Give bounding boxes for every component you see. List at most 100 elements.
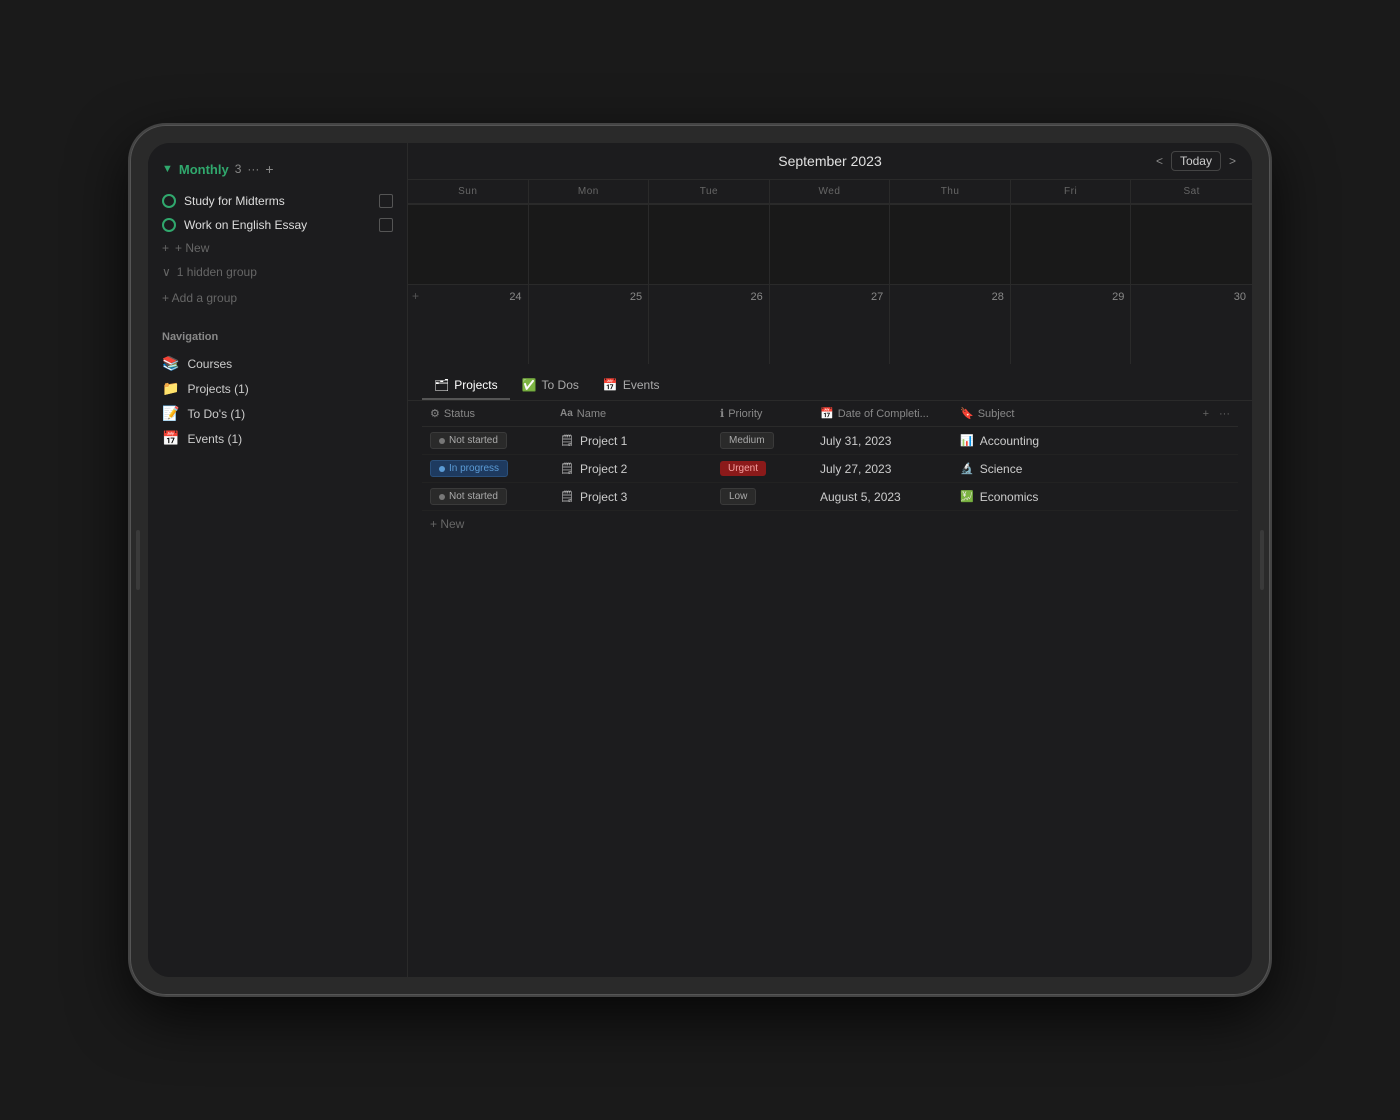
calendar-cell[interactable]: [1011, 204, 1132, 284]
task-checkbox[interactable]: [379, 218, 393, 232]
date-col-label: Date of Completi...: [838, 408, 929, 420]
nav-item-projects[interactable]: 📁 Projects (1): [162, 376, 393, 401]
calendar-cell[interactable]: [649, 204, 770, 284]
subject-name-1: Accounting: [980, 434, 1039, 448]
calendar-section: Sun Mon Tue Wed Thu Fri Sat: [408, 180, 1252, 364]
more-col-icon[interactable]: ···: [1219, 408, 1230, 420]
td-subject-1: 📊 Accounting: [952, 434, 1238, 448]
nav-item-events[interactable]: 📅 Events (1): [162, 426, 393, 451]
sidebar-view-header[interactable]: ▼ Monthly 3 ··· +: [148, 155, 407, 183]
subject-icon-2: 🔬: [960, 462, 974, 475]
tab-projects[interactable]: 🗂 Projects: [422, 372, 510, 400]
add-event-icon[interactable]: +: [412, 289, 419, 303]
priority-badge-1: Medium: [720, 432, 774, 449]
view-badge: 3: [235, 162, 242, 176]
projects-section: 🗂 Projects ✅ To Dos 📅 Events: [408, 364, 1252, 977]
priority-badge-3: Low: [720, 488, 756, 505]
td-subject-2: 🔬 Science: [952, 462, 1238, 476]
day-header-mon: Mon: [529, 180, 650, 203]
calendar-cell-26[interactable]: 26: [649, 284, 770, 364]
date-value-1: July 31, 2023: [820, 434, 891, 448]
calendar-cell[interactable]: [408, 204, 529, 284]
nav-label-projects: Projects (1): [187, 382, 248, 396]
task-circle-icon: [162, 218, 176, 232]
subject-col-label: Subject: [978, 408, 1015, 420]
task-circle-icon: [162, 194, 176, 208]
priority-badge-2: Urgent: [720, 461, 766, 476]
prev-month-button[interactable]: <: [1156, 154, 1163, 168]
new-task-button[interactable]: + + New: [148, 237, 407, 259]
td-date-1: July 31, 2023: [812, 434, 952, 448]
task-item[interactable]: Study for Midterms: [148, 189, 407, 213]
sidebar: ▼ Monthly 3 ··· + Study for Midterms Wor…: [148, 143, 408, 977]
nav-label-events: Events (1): [187, 432, 242, 446]
status-dot-icon: [439, 466, 445, 472]
calendar-navigation: < Today >: [1156, 151, 1236, 171]
table-header: ⚙ Status Aa Name ℹ Priority 📅: [422, 401, 1238, 427]
calendar-cell-30[interactable]: 30: [1131, 284, 1252, 364]
calendar-cell-25[interactable]: 25: [529, 284, 650, 364]
hidden-group-toggle[interactable]: ∨ 1 hidden group: [148, 259, 407, 285]
add-group-button[interactable]: + Add a group: [148, 285, 407, 311]
view-more-icon[interactable]: ···: [247, 162, 259, 176]
status-dot-icon: [439, 438, 445, 444]
status-badge-1: Not started: [430, 432, 507, 449]
courses-icon: 📚: [162, 355, 179, 372]
td-date-3: August 5, 2023: [812, 490, 952, 504]
events-icon: 📅: [162, 430, 179, 447]
table-row[interactable]: In progress 🗒 Project 2 Urgent July 27, …: [422, 455, 1238, 483]
view-add-icon[interactable]: +: [265, 161, 273, 177]
calendar-cell[interactable]: [890, 204, 1011, 284]
today-button[interactable]: Today: [1171, 151, 1221, 171]
file-icon-2: 🗒: [560, 462, 574, 475]
status-badge-3: Not started: [430, 488, 507, 505]
calendar-header: September 2023 < Today >: [408, 143, 1252, 180]
ipad-frame: ▼ Monthly 3 ··· + Study for Midterms Wor…: [130, 125, 1270, 995]
tab-projects-label: Projects: [454, 378, 497, 392]
th-subject: 🔖 Subject: [952, 407, 1195, 420]
add-col-icon[interactable]: +: [1203, 408, 1209, 420]
project-name-2: Project 2: [580, 462, 627, 476]
new-row-button[interactable]: + New: [422, 511, 1238, 537]
calendar-week-1: [408, 204, 1252, 284]
th-status: ⚙ Status: [422, 407, 552, 420]
task-item[interactable]: Work on English Essay: [148, 213, 407, 237]
day-header-wed: Wed: [770, 180, 891, 203]
status-col-label: Status: [444, 408, 475, 420]
status-col-icon: ⚙: [430, 407, 440, 420]
task-label: Work on English Essay: [184, 218, 371, 232]
next-month-button[interactable]: >: [1229, 154, 1236, 168]
task-checkbox[interactable]: [379, 194, 393, 208]
day-header-fri: Fri: [1011, 180, 1132, 203]
calendar-cell-29[interactable]: 29: [1011, 284, 1132, 364]
th-date: 📅 Date of Completi...: [812, 407, 952, 420]
tab-events[interactable]: 📅 Events: [591, 372, 672, 400]
project-name-3: Project 3: [580, 490, 627, 504]
td-status-2: In progress: [422, 460, 552, 477]
day-header-tue: Tue: [649, 180, 770, 203]
task-label: Study for Midterms: [184, 194, 371, 208]
date-col-icon: 📅: [820, 407, 834, 420]
subject-name-3: Economics: [980, 490, 1039, 504]
todos-tab-icon: ✅: [522, 378, 537, 392]
calendar-cell-27[interactable]: 27: [770, 284, 891, 364]
nav-item-todos[interactable]: 📝 To Do's (1): [162, 401, 393, 426]
calendar-cell-28[interactable]: 28: [890, 284, 1011, 364]
calendar-cell[interactable]: [1131, 204, 1252, 284]
nav-item-courses[interactable]: 📚 Courses: [162, 351, 393, 376]
subject-name-2: Science: [980, 462, 1023, 476]
tab-todos[interactable]: ✅ To Dos: [510, 372, 591, 400]
table-row[interactable]: Not started 🗒 Project 1 Medium July 31, …: [422, 427, 1238, 455]
cell-date-28: 28: [894, 289, 1006, 305]
calendar-cell-24[interactable]: + 24: [408, 284, 529, 364]
tab-todos-label: To Dos: [542, 378, 579, 392]
td-subject-3: 💹 Economics: [952, 490, 1238, 504]
calendar-cell[interactable]: [770, 204, 891, 284]
priority-col-icon: ℹ: [720, 407, 724, 420]
th-priority: ℹ Priority: [712, 407, 812, 420]
table-row[interactable]: Not started 🗒 Project 3 Low August 5, 20…: [422, 483, 1238, 511]
cell-date-29: 29: [1015, 289, 1127, 305]
subject-icon-1: 📊: [960, 434, 974, 447]
chevron-icon: ∨: [162, 265, 171, 279]
calendar-cell[interactable]: [529, 204, 650, 284]
